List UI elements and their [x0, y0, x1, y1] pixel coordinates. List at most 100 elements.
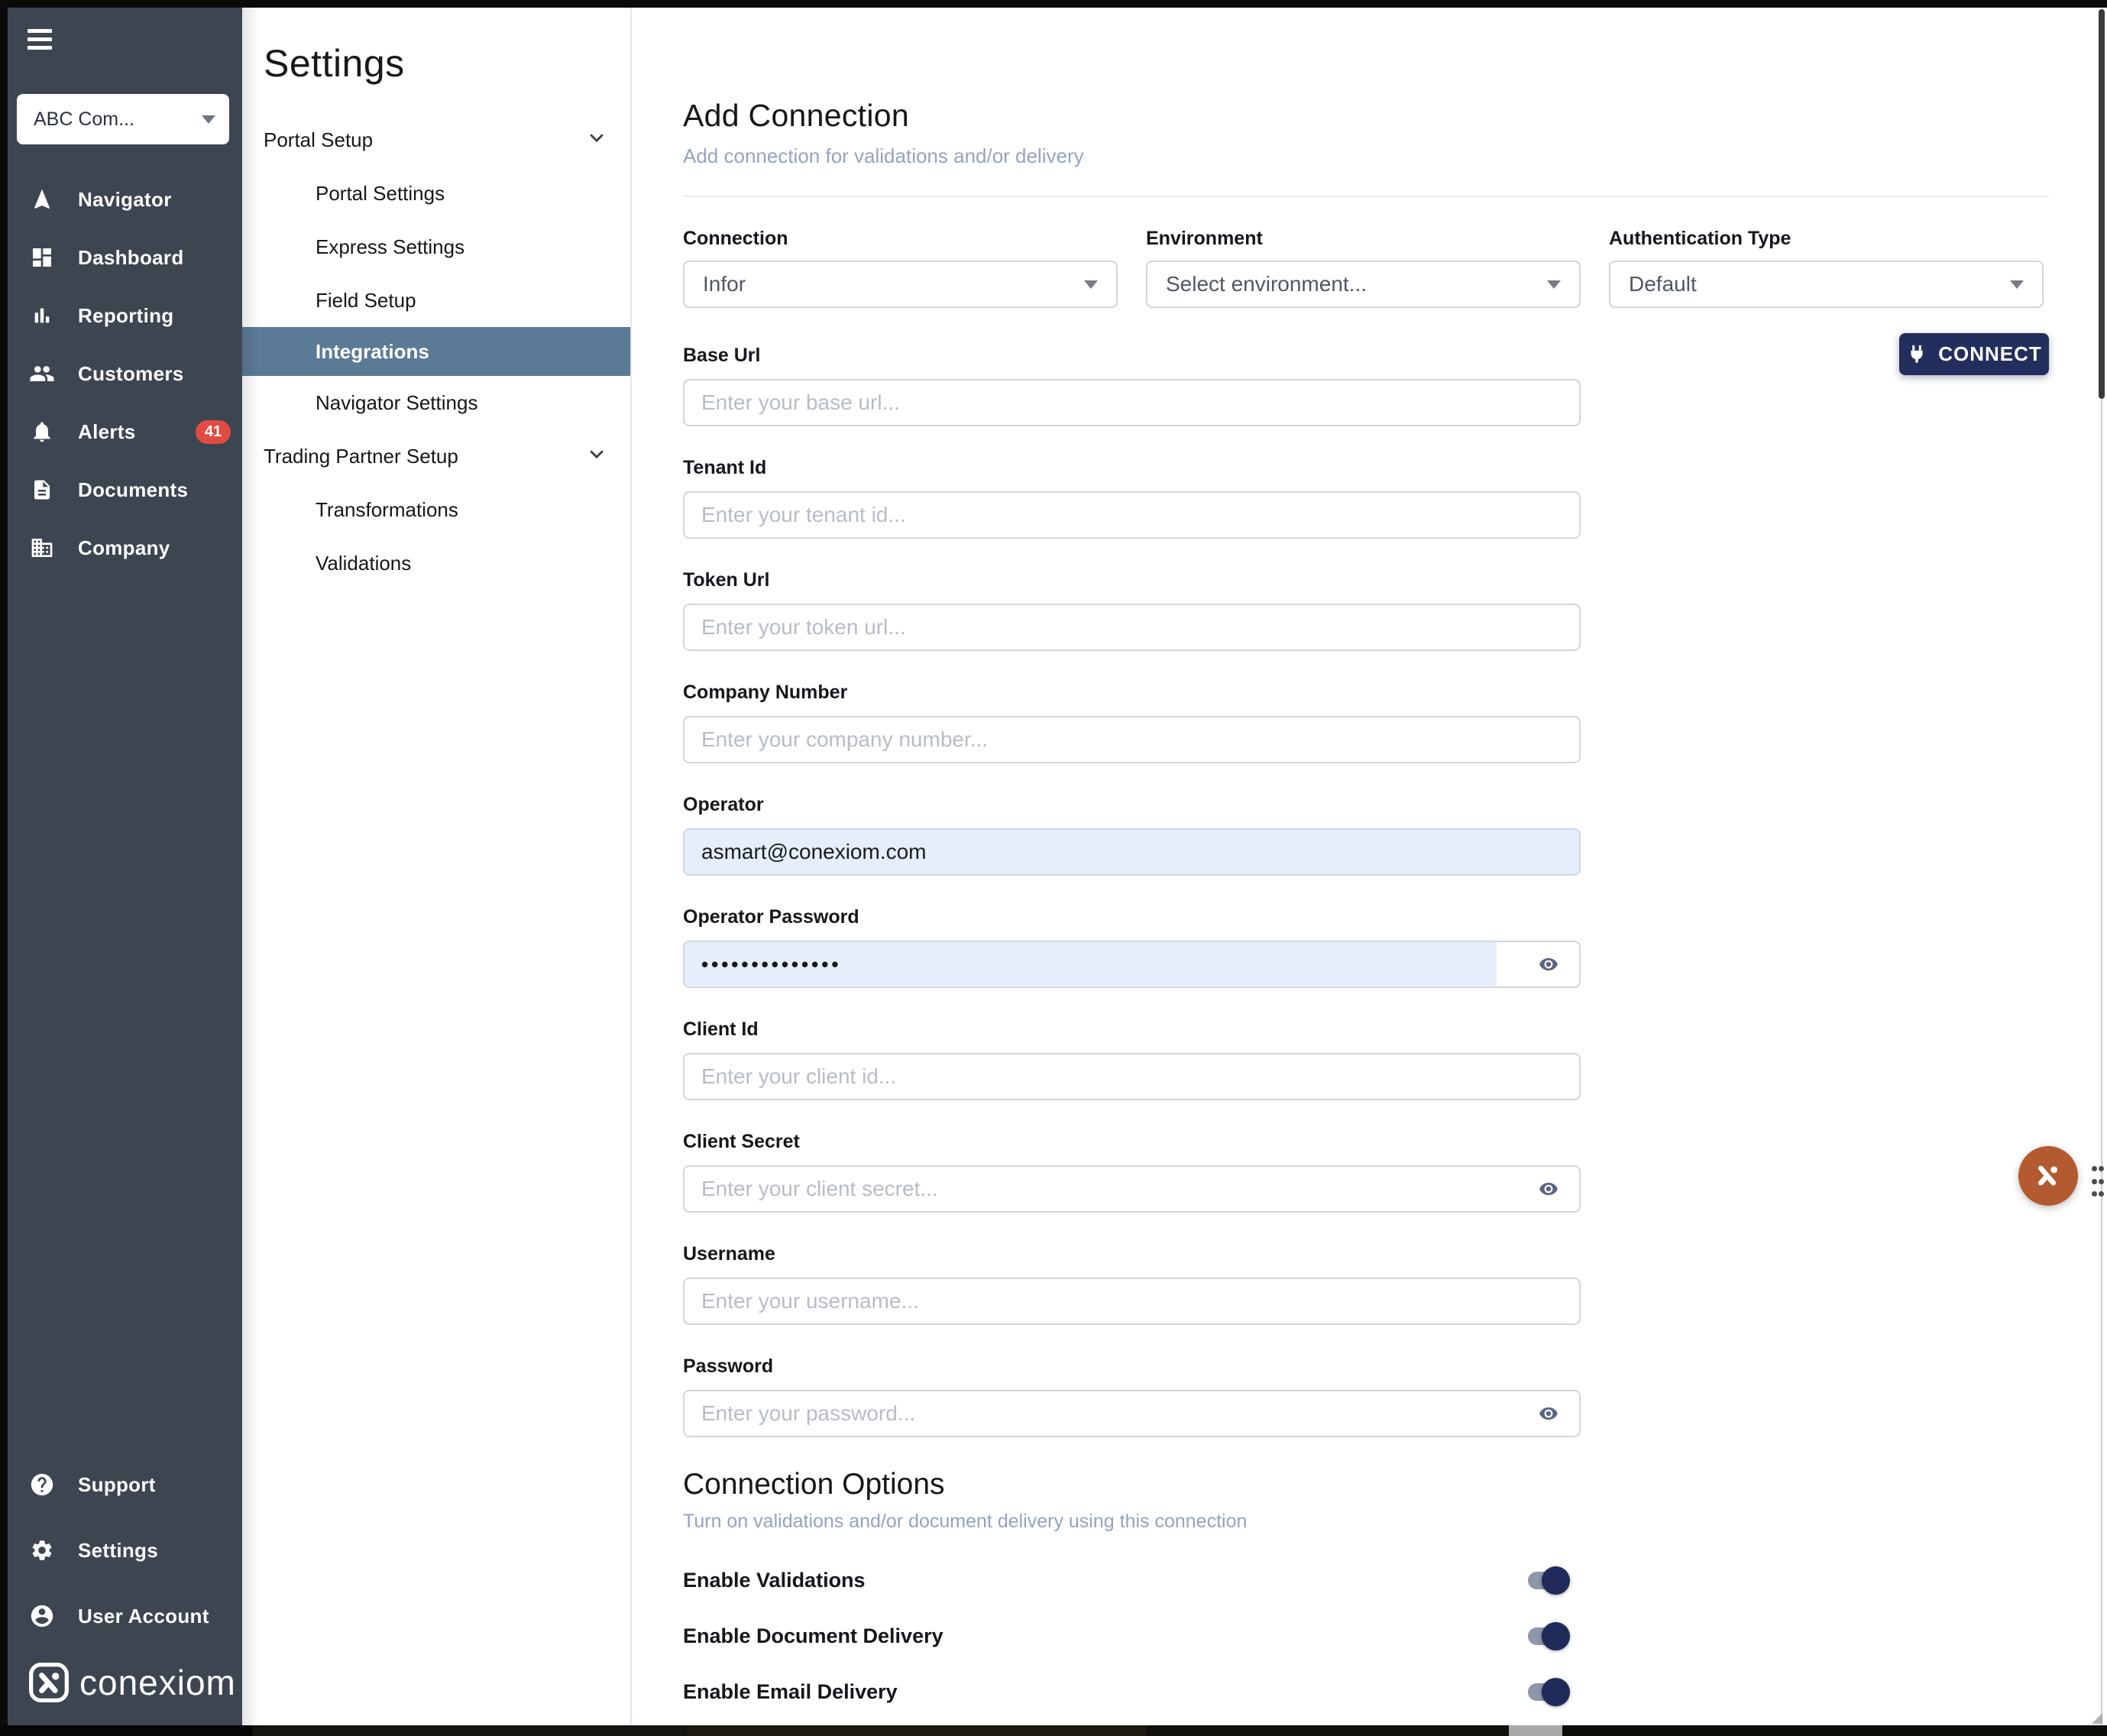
navigation-icon	[29, 186, 55, 212]
chevron-down-icon	[202, 115, 215, 124]
settings-nav-group-trading-partner-setup[interactable]: Trading Partner Setup	[242, 429, 630, 483]
sidebar-item-company[interactable]: Company	[8, 519, 242, 577]
company-number-label: Company Number	[683, 682, 1581, 704]
document-icon	[29, 477, 55, 503]
enable-document-delivery-toggle[interactable]	[1528, 1628, 1568, 1645]
operator-password-value: ••••••••••••••	[685, 953, 858, 976]
settings-nav-panel: Settings Portal Setup Portal Settings Ex…	[242, 8, 632, 1725]
authentication-type-select[interactable]: Default	[1609, 261, 2044, 308]
token-url-field: Token Url	[683, 569, 1581, 651]
connection-options-toggles: Enable Validations Enable Document Deliv…	[683, 1553, 1581, 1736]
authentication-type-select-value: Default	[1629, 272, 1697, 296]
drag-handle-icon[interactable]	[2092, 1166, 2104, 1203]
eye-icon[interactable]	[1533, 951, 1564, 977]
hamburger-menu-icon[interactable]	[28, 29, 52, 54]
enable-validations-toggle[interactable]	[1528, 1572, 1568, 1589]
connection-options-title: Connection Options	[683, 1468, 2049, 1501]
base-url-field: Base Url	[683, 345, 1581, 426]
divider	[683, 196, 2049, 197]
page-title: Settings	[264, 41, 630, 86]
settings-nav-label: Integrations	[316, 340, 429, 364]
company-selector[interactable]: ABC Com...	[17, 94, 229, 144]
resize-corner-mark	[2092, 1713, 2102, 1724]
company-number-input[interactable]	[685, 717, 1579, 762]
sidebar-item-user-account[interactable]: User Account	[8, 1583, 242, 1649]
settings-nav-label: Validations	[316, 552, 411, 575]
operator-password-input[interactable]: ••••••••••••••	[683, 941, 1581, 988]
toggle-label: Enable Validations	[683, 1569, 866, 1592]
dashboard-icon	[29, 245, 55, 270]
authentication-type-label: Authentication Type	[1609, 228, 2044, 250]
plug-icon	[1906, 344, 1927, 365]
connect-button-label: CONNECT	[1938, 342, 2042, 366]
password-label: Password	[683, 1355, 1581, 1378]
token-url-input[interactable]	[685, 605, 1579, 649]
sidebar-item-label: User Account	[78, 1605, 209, 1628]
connection-select[interactable]: Infor	[683, 261, 1118, 308]
user-icon	[29, 1603, 55, 1629]
desktop-edge-strip	[0, 1725, 2107, 1736]
connection-label: Connection	[683, 228, 1118, 250]
chevron-down-icon	[586, 443, 607, 470]
sidebar-item-customers[interactable]: Customers	[8, 345, 242, 403]
operator-input[interactable]: asmart@conexiom.com	[683, 828, 1581, 876]
settings-nav-item-express-settings[interactable]: Express Settings	[242, 220, 630, 274]
sidebar-item-reporting[interactable]: Reporting	[8, 287, 242, 345]
operator-password-field: Operator Password ••••••••••••••	[683, 906, 1581, 988]
gear-icon	[29, 1537, 55, 1563]
client-secret-label: Client Secret	[683, 1131, 1581, 1153]
toggle-knob	[1542, 1622, 1570, 1650]
password-input[interactable]	[685, 1391, 1579, 1436]
connection-options-subtitle: Turn on validations and/or document deli…	[683, 1511, 2049, 1533]
section-title: Add Connection	[683, 98, 2049, 134]
client-secret-field: Client Secret	[683, 1131, 1581, 1213]
scrollbar-thumb[interactable]	[2099, 9, 2105, 399]
sidebar-item-alerts[interactable]: Alerts 41	[8, 403, 242, 461]
settings-nav-group-portal-setup[interactable]: Portal Setup	[242, 113, 630, 167]
toggle-label: Enable Document Delivery	[683, 1624, 943, 1648]
sidebar-item-navigator[interactable]: Navigator	[8, 170, 242, 228]
enable-email-delivery-row: Enable Email Delivery	[683, 1664, 1568, 1720]
enable-validations-row: Enable Validations	[683, 1553, 1568, 1608]
operator-password-label: Operator Password	[683, 906, 1581, 928]
connect-button[interactable]: CONNECT	[1899, 333, 2049, 375]
window-frame-top	[0, 0, 2107, 8]
sidebar-item-label: Dashboard	[78, 246, 184, 270]
settings-nav-label: Portal Setup	[264, 128, 373, 152]
client-id-input[interactable]	[685, 1054, 1579, 1099]
sidebar-item-dashboard[interactable]: Dashboard	[8, 228, 242, 287]
settings-nav-label: Trading Partner Setup	[264, 445, 458, 468]
username-input[interactable]	[685, 1279, 1579, 1323]
environment-select[interactable]: Select environment...	[1146, 261, 1581, 308]
conexiom-logo-icon	[28, 1661, 70, 1704]
tenant-id-input[interactable]	[685, 493, 1579, 537]
settings-nav-label: Navigator Settings	[316, 391, 477, 415]
base-url-input[interactable]	[685, 381, 1579, 425]
settings-nav-item-validations[interactable]: Validations	[242, 536, 630, 590]
feedback-fab-button[interactable]	[2018, 1146, 2078, 1206]
sidebar-nav: Navigator Dashboard Reporting	[8, 170, 242, 577]
settings-nav-item-transformations[interactable]: Transformations	[242, 483, 630, 536]
eye-icon[interactable]	[1533, 1401, 1564, 1427]
environment-label: Environment	[1146, 228, 1581, 250]
toggle-label: Enable Email Delivery	[683, 1680, 898, 1704]
sidebar-item-settings[interactable]: Settings	[8, 1517, 242, 1583]
settings-nav-item-field-setup[interactable]: Field Setup	[242, 274, 630, 327]
settings-nav-label: Portal Settings	[316, 182, 445, 206]
client-secret-input[interactable]	[685, 1167, 1579, 1211]
eye-icon[interactable]	[1533, 1176, 1564, 1202]
username-field: Username	[683, 1243, 1581, 1325]
enable-email-delivery-toggle[interactable]	[1528, 1683, 1568, 1701]
tenant-id-label: Tenant Id	[683, 457, 1581, 479]
operator-field: Operator asmart@conexiom.com	[683, 794, 1581, 876]
sidebar-footer: Support Settings User Account	[8, 1452, 242, 1649]
operator-value: asmart@conexiom.com	[685, 840, 943, 864]
settings-nav-item-integrations[interactable]: Integrations	[242, 327, 630, 376]
sidebar-item-support[interactable]: Support	[8, 1452, 242, 1517]
settings-nav-item-navigator-settings[interactable]: Navigator Settings	[242, 376, 630, 429]
sidebar-item-documents[interactable]: Documents	[8, 461, 242, 519]
settings-nav-item-portal-settings[interactable]: Portal Settings	[242, 167, 630, 220]
environment-select-value: Select environment...	[1166, 272, 1367, 296]
connection-selector-row: Connection Infor Environment Select envi…	[683, 228, 2049, 308]
scrollbar-area	[2088, 8, 2107, 1725]
